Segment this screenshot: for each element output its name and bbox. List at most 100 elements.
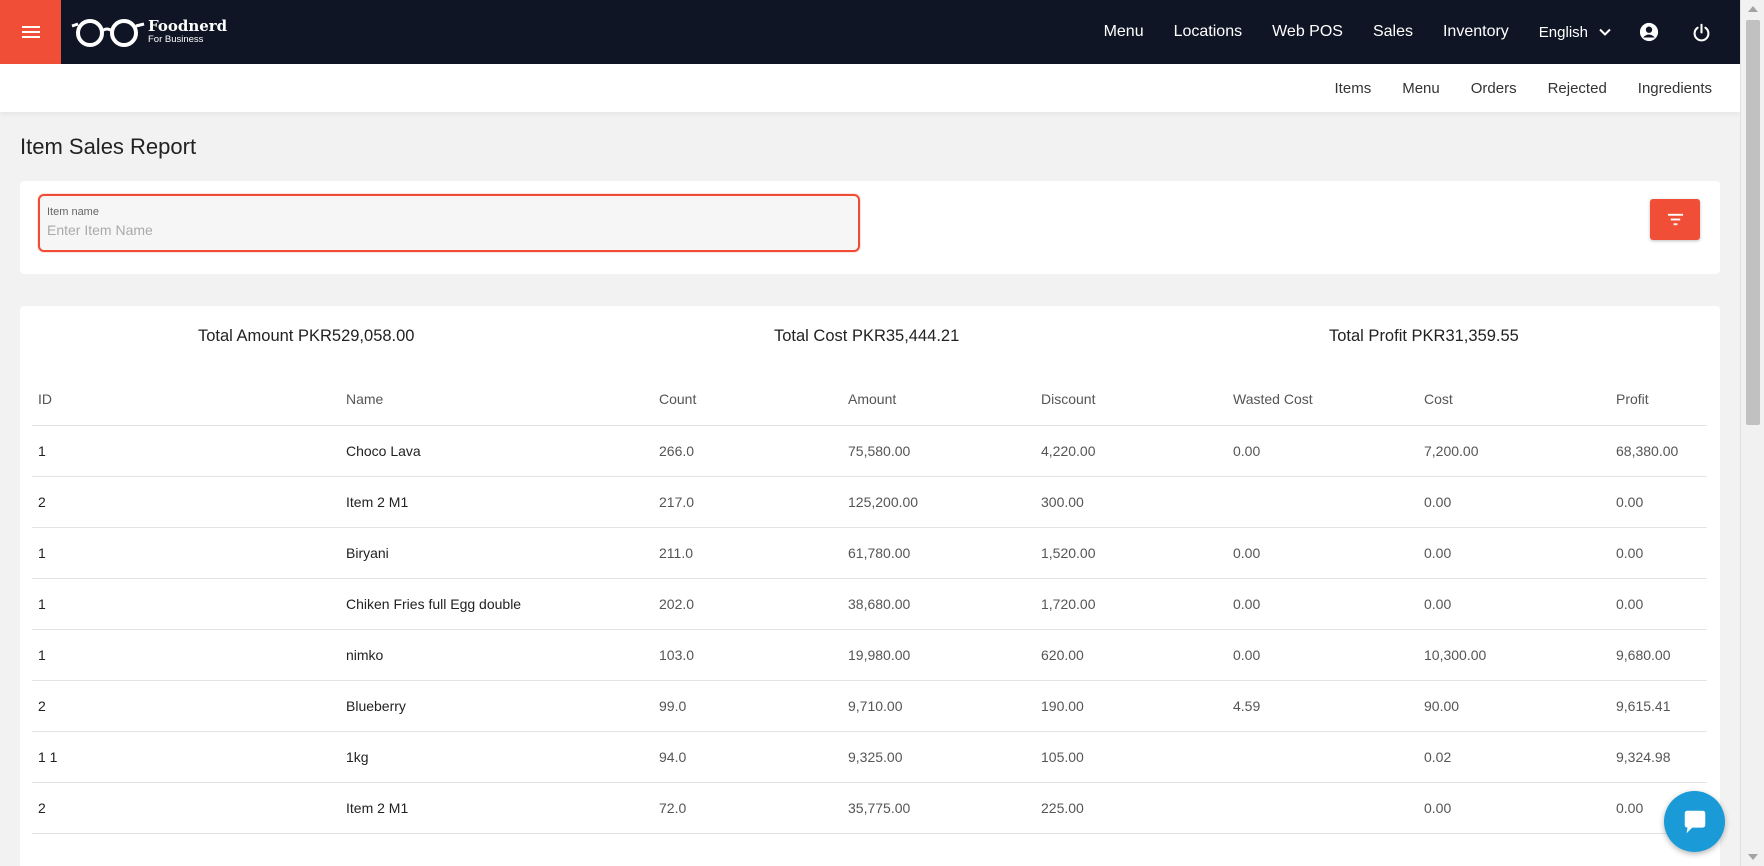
item-name-input[interactable] [47,222,847,238]
cell-count: 99.0 [653,680,842,732]
cell-cost: 10,300.00 [1418,629,1610,681]
nav-item-inventory[interactable]: Inventory [1443,23,1509,41]
cell-name: Item 2 M1 [340,782,653,834]
hamburger-menu-button[interactable] [0,0,61,64]
cell-discount: 105.00 [1035,731,1227,783]
table-row[interactable]: 1 nimko 103.0 19,980.00 620.00 0.00 10,3… [32,629,1707,681]
chat-widget-button[interactable] [1664,791,1725,852]
cell-name: nimko [340,629,653,681]
nav-item-web-pos[interactable]: Web POS [1272,23,1343,41]
item-name-field[interactable]: Item name [38,194,860,252]
table-row[interactable]: 1 1 1kg 94.0 9,325.00 105.00 0.02 9,324.… [32,731,1707,783]
cell-cost: 7,200.00 [1418,425,1610,477]
scrollbar-thumb[interactable] [1746,20,1760,425]
cell-name: Item 2 M1 [340,476,653,528]
cell-discount: 4,220.00 [1035,425,1227,477]
subnav-item-ingredients[interactable]: Ingredients [1638,80,1712,97]
cell-wasted-cost: 4.59 [1227,680,1418,732]
table-row[interactable]: 2 Item 2 M1 72.0 35,775.00 225.00 0.00 0… [32,782,1707,834]
cell-cost: 0.00 [1418,527,1610,579]
logout-button[interactable] [1690,21,1712,43]
cell-name: Choco Lava [340,425,653,477]
page-scrollbar[interactable] [1740,0,1764,866]
cell-id: 1 [32,425,340,477]
cell-amount: 35,775.00 [842,782,1035,834]
cell-profit: 9,680.00 [1610,629,1707,681]
cell-cost: 0.00 [1418,782,1610,834]
cell-profit: 9,324.98 [1610,731,1707,783]
cell-wasted-cost: 0.00 [1227,578,1418,630]
cell-wasted-cost: 0.00 [1227,425,1418,477]
cell-name: Biryani [340,527,653,579]
table-row[interactable]: 2 Item 2 M1 217.0 125,200.00 300.00 0.00… [32,476,1707,528]
filter-card: Item name [20,181,1720,274]
page-title: Item Sales Report [20,134,197,159]
power-icon [1693,23,1709,41]
cell-amount: 38,680.00 [842,578,1035,630]
cell-count: 72.0 [653,782,842,834]
cell-amount: 19,980.00 [842,629,1035,681]
table-row[interactable]: 1 Chiken Fries full Egg double 202.0 38,… [32,578,1707,630]
scroll-down-icon[interactable] [1748,854,1758,860]
cell-amount: 61,780.00 [842,527,1035,579]
cell-id: 1 [32,527,340,579]
cell-count: 217.0 [653,476,842,528]
brand-logo[interactable]: Foodnerd For Business [70,16,227,48]
cell-discount: 1,520.00 [1035,527,1227,579]
cell-wasted-cost: 0.00 [1227,629,1418,681]
cell-wasted-cost [1227,476,1418,528]
cell-profit: 0.00 [1610,527,1707,579]
subnav-item-orders[interactable]: Orders [1471,80,1517,97]
item-sales-table: ID Name Count Amount Discount Wasted Cos… [32,374,1707,834]
scroll-up-icon[interactable] [1748,6,1758,12]
cell-id: 1 1 [32,731,340,783]
cell-discount: 1,720.00 [1035,578,1227,630]
nav-item-sales[interactable]: Sales [1373,23,1413,41]
column-header-amount[interactable]: Amount [842,374,1035,426]
cell-count: 202.0 [653,578,842,630]
glasses-logo-icon [71,19,145,47]
reports-subnav: Items Menu Orders Rejected Ingredients [0,64,1740,112]
filter-button[interactable] [1650,199,1700,240]
cell-cost: 0.02 [1418,731,1610,783]
cell-amount: 9,325.00 [842,731,1035,783]
subnav-item-items[interactable]: Items [1335,80,1372,97]
nav-item-locations[interactable]: Locations [1174,23,1243,41]
item-name-label: Item name [47,206,99,218]
column-header-wasted-cost[interactable]: Wasted Cost [1227,374,1418,426]
table-row[interactable]: 1 Biryani 211.0 61,780.00 1,520.00 0.00 … [32,527,1707,579]
filter-icon [1667,213,1683,226]
cell-discount: 225.00 [1035,782,1227,834]
subnav-item-menu[interactable]: Menu [1402,80,1440,97]
column-header-count[interactable]: Count [653,374,842,426]
cell-amount: 9,710.00 [842,680,1035,732]
account-button[interactable] [1638,21,1660,43]
cell-count: 103.0 [653,629,842,681]
cell-discount: 620.00 [1035,629,1227,681]
cell-id: 2 [32,782,340,834]
main-nav: Menu Locations Web POS Sales Inventory E… [1104,0,1740,64]
total-amount: Total Amount PKR529,058.00 [198,327,415,345]
cell-count: 94.0 [653,731,842,783]
cell-profit: 0.00 [1610,578,1707,630]
language-select[interactable]: English [1539,24,1612,41]
cell-name: 1kg [340,731,653,783]
table-row[interactable]: 2 Blueberry 99.0 9,710.00 190.00 4.59 90… [32,680,1707,732]
chat-bubble-icon [1684,810,1705,833]
cell-profit: 9,615.41 [1610,680,1707,732]
cell-cost: 90.00 [1418,680,1610,732]
cell-amount: 125,200.00 [842,476,1035,528]
cell-discount: 300.00 [1035,476,1227,528]
nav-item-menu[interactable]: Menu [1104,23,1144,41]
column-header-name[interactable]: Name [340,374,653,426]
column-header-discount[interactable]: Discount [1035,374,1227,426]
column-header-id[interactable]: ID [32,374,340,426]
cell-discount: 190.00 [1035,680,1227,732]
subnav-item-rejected[interactable]: Rejected [1548,80,1607,97]
cell-id: 2 [32,680,340,732]
cell-cost: 0.00 [1418,578,1610,630]
table-row[interactable]: 1 Choco Lava 266.0 75,580.00 4,220.00 0.… [32,425,1707,477]
cell-count: 211.0 [653,527,842,579]
column-header-cost[interactable]: Cost [1418,374,1610,426]
column-header-profit[interactable]: Profit [1610,374,1707,426]
